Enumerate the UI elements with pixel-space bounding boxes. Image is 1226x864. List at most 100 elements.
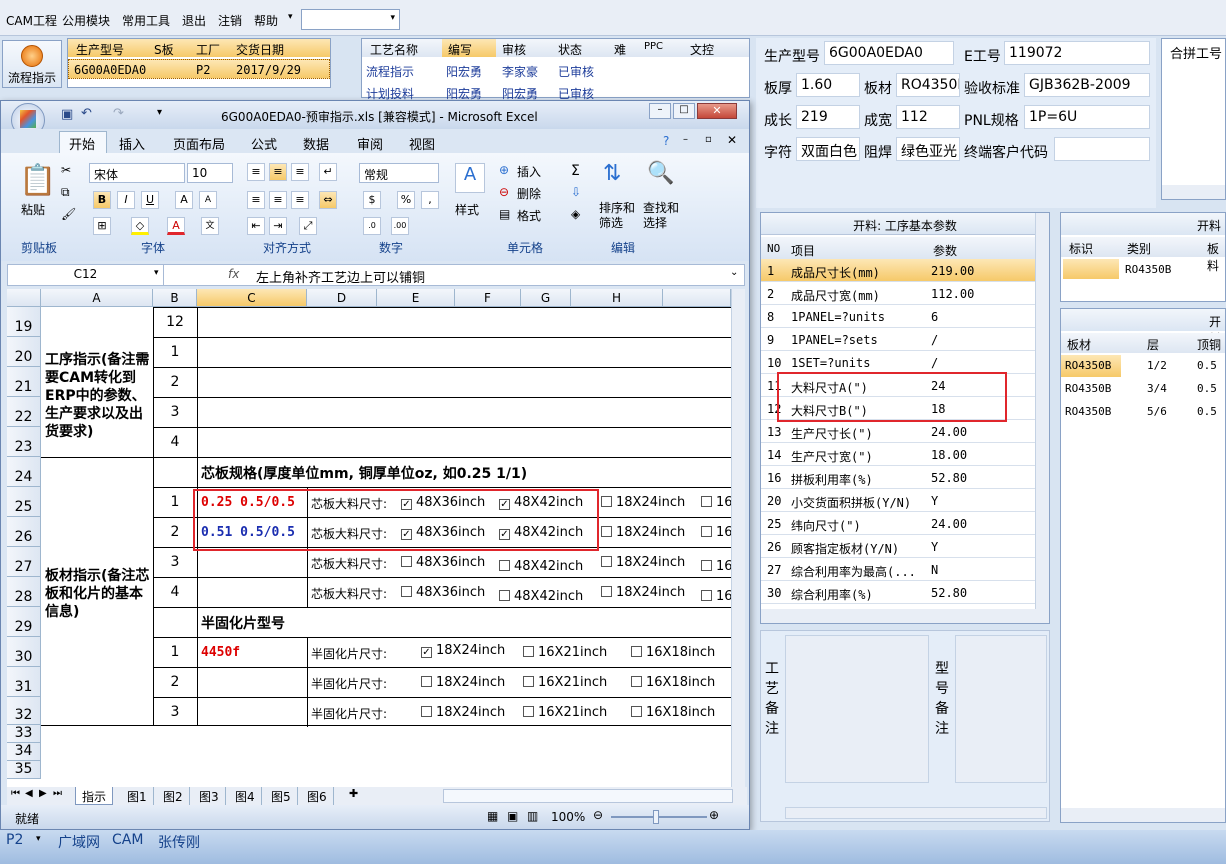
checkbox[interactable]: [601, 526, 612, 537]
grow-font-button[interactable]: A: [175, 191, 193, 209]
increase-decimal-icon[interactable]: .0: [363, 217, 381, 235]
checkbox[interactable]: [631, 676, 642, 687]
field-value[interactable]: 双面白色: [796, 137, 860, 161]
font-size-select[interactable]: 10: [187, 163, 233, 183]
checkbox[interactable]: [601, 586, 612, 597]
row-header-25[interactable]: 25: [7, 487, 41, 517]
col-header[interactable]: 状态: [558, 41, 582, 58]
format-cells-icon[interactable]: ▤: [499, 207, 510, 221]
core-size-checkbox[interactable]: 48X36inch: [401, 585, 485, 600]
col-header-C[interactable]: C: [197, 289, 307, 307]
col-header[interactable]: 类别: [1127, 240, 1151, 257]
col-header[interactable]: 工厂: [196, 41, 220, 58]
checkbox[interactable]: [421, 706, 432, 717]
checkbox[interactable]: ✓: [421, 647, 432, 658]
field-value[interactable]: GJB362B-2009: [1024, 73, 1150, 97]
delete-cells-icon[interactable]: ⊖: [499, 185, 509, 199]
param-row[interactable]: 27 综合利用率为最高(... N: [761, 558, 1035, 581]
field-value[interactable]: [1054, 137, 1150, 161]
merge-center-icon[interactable]: ⇔: [319, 191, 337, 209]
insert-cells-icon[interactable]: ⊕: [499, 163, 509, 177]
param-row[interactable]: 30 综合利用率(%) 52.80: [761, 581, 1035, 604]
flow-button[interactable]: 流程指示: [2, 40, 62, 88]
col-header-A[interactable]: A: [41, 289, 153, 307]
tab-insert[interactable]: 插入: [119, 134, 145, 153]
checkbox[interactable]: [421, 676, 432, 687]
close-icon[interactable]: ✕: [697, 103, 737, 119]
paste-icon[interactable]: 📋: [19, 163, 56, 198]
sheet-tab[interactable]: 图4: [229, 787, 262, 805]
qat-menu-icon[interactable]: ▾: [157, 107, 162, 118]
menu-cam[interactable]: CAM工程: [6, 12, 57, 29]
param-row[interactable]: 25 纬向尺寸(") 24.00: [761, 512, 1035, 535]
fill-color-icon[interactable]: ◇: [131, 217, 149, 235]
col-header-H[interactable]: H: [571, 289, 663, 307]
font-color-icon[interactable]: A: [167, 217, 185, 235]
border-icon[interactable]: ⊞: [93, 217, 111, 235]
checkbox[interactable]: [523, 646, 534, 657]
row-header-24[interactable]: 24: [7, 457, 41, 487]
paste-button[interactable]: 粘贴: [21, 201, 45, 218]
number-format-select[interactable]: 常规: [359, 163, 439, 183]
taskbar-item[interactable]: 张传刚: [158, 832, 200, 852]
normal-view-icon[interactable]: ▦: [487, 809, 498, 823]
tab-formulas[interactable]: 公式: [251, 134, 277, 153]
checkbox[interactable]: [701, 590, 712, 601]
row-header-22[interactable]: 22: [7, 397, 41, 427]
tab-view[interactable]: 视图: [409, 134, 435, 153]
selected-cell[interactable]: [1063, 259, 1119, 279]
checkbox[interactable]: [499, 590, 510, 601]
sheet-tab[interactable]: 图2: [157, 787, 190, 805]
wrap-text-icon[interactable]: ↵: [319, 163, 337, 181]
row-header-33[interactable]: 33: [7, 725, 41, 743]
tab-layout[interactable]: 页面布局: [173, 134, 225, 153]
sheet-tab[interactable]: 指示: [75, 787, 114, 805]
row-header-28[interactable]: 28: [7, 577, 41, 607]
insert-sheet-icon[interactable]: ✚: [349, 787, 358, 800]
minimize-icon[interactable]: –: [649, 103, 671, 119]
col-header[interactable]: 编写: [448, 41, 472, 58]
align-center-icon[interactable]: ≡: [269, 191, 287, 209]
align-middle-icon[interactable]: ≡: [269, 163, 287, 181]
zoom-slider[interactable]: [611, 816, 707, 818]
col-header[interactable]: 审核: [502, 41, 526, 58]
expand-icon[interactable]: ⌄: [730, 267, 738, 278]
row-header-31[interactable]: 31: [7, 667, 41, 697]
menu-logout[interactable]: 注销: [218, 12, 242, 29]
h-scrollbar[interactable]: [1162, 185, 1225, 199]
prepreg-size-checkbox[interactable]: 18X24inch: [421, 675, 505, 690]
col-header[interactable]: 顶铜: [1197, 336, 1221, 353]
prepreg-size-checkbox[interactable]: 16X18inch: [631, 645, 715, 660]
row-header-21[interactable]: 21: [7, 367, 41, 397]
first-sheet-icon[interactable]: ⏮: [11, 788, 20, 799]
name-box[interactable]: C12: [8, 265, 164, 285]
checkbox[interactable]: [499, 560, 510, 571]
field-value[interactable]: 112: [896, 105, 960, 129]
core-size-checkbox[interactable]: 18X24inch: [601, 495, 685, 510]
function-icon[interactable]: fx: [228, 267, 239, 281]
phonetic-icon[interactable]: 文: [201, 217, 219, 235]
save-icon[interactable]: ▣: [61, 107, 73, 122]
next-sheet-icon[interactable]: ▶: [39, 788, 47, 799]
field-value[interactable]: 绿色亚光: [896, 137, 960, 161]
chevron-down-icon[interactable]: ▾: [36, 834, 41, 844]
redo-icon[interactable]: ↷: [113, 106, 124, 121]
col-header[interactable]: 参数: [933, 242, 957, 259]
field-value[interactable]: 1.60: [796, 73, 860, 97]
align-right-icon[interactable]: ≡: [291, 191, 309, 209]
select-all[interactable]: [7, 289, 41, 307]
sheet-tab[interactable]: 图3: [193, 787, 226, 805]
core-size-checkbox[interactable]: 16: [701, 525, 731, 540]
bold-button[interactable]: B: [93, 191, 111, 209]
h-scrollbar[interactable]: [785, 807, 1047, 819]
cut-icon[interactable]: ✂: [61, 163, 71, 177]
style-icon[interactable]: A: [455, 163, 485, 193]
sheet-tab[interactable]: 图5: [265, 787, 298, 805]
core-size-checkbox[interactable]: 16: [701, 559, 731, 574]
field-value[interactable]: 1P=6U: [1024, 105, 1150, 129]
prepreg-size-checkbox[interactable]: 16X18inch: [631, 705, 715, 720]
col-header[interactable]: 生产型号: [76, 41, 124, 58]
find-select-icon[interactable]: 🔍: [647, 161, 674, 186]
param-row[interactable]: 2 成品尺寸宽(mm) 112.00: [761, 282, 1035, 305]
taskbar-item[interactable]: CAM: [112, 832, 143, 848]
